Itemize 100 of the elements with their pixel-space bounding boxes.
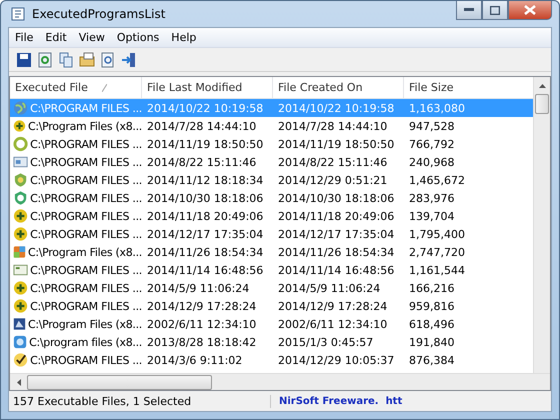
table-row[interactable]: C:\PROGRAM FILES ... 2014/11/18 20:49:06 2014/11/18 20:49:06 139,704 — [10, 207, 533, 225]
website-link[interactable]: NirSoft Freeware. htt — [271, 396, 402, 406]
table-row[interactable]: C:\Program Files (x8... 2014/7/28 14:44:10 2014/7/28 14:44:10 947,528 — [10, 117, 533, 135]
table-cell-text: 2014/8/22 15:11:46 — [146, 154, 258, 170]
up-arrow-icon — [538, 84, 546, 88]
table-cell-text: 2014/8/22 15:11:46 — [277, 154, 388, 170]
table-row[interactable]: C:\PROGRAM FILES ... 2014/11/19 18:50:50 2014/11/19 18:50:50 766,792 — [10, 135, 533, 153]
save-button[interactable] — [15, 50, 33, 68]
table-cell-text: 2014/11/12 18:18:34 — [146, 172, 264, 188]
scroll-thumb[interactable] — [27, 374, 212, 390]
table-row[interactable]: C:\PROGRAM FILES ... 2014/12/17 17:35:04 2014/12/17 17:35:04 1,795,400 — [10, 225, 533, 243]
properties-button[interactable] — [78, 50, 96, 68]
table-cell-text: 2014/10/30 18:18:06 — [146, 190, 264, 206]
exit-button[interactable] — [120, 50, 138, 68]
table-row[interactable]: C:\program files (x8... 2013/8/28 18:18:42 2015/1/3 0:45:57 191,840 — [10, 333, 533, 351]
minimize-button[interactable] — [456, 1, 482, 20]
table-cell: C:\program files (x8... — [29, 336, 142, 348]
table-row[interactable]: C:\PROGRAM FILES ... 2014/11/14 16:48:56 2014/11/14 16:48:56 1,161,544 — [10, 261, 533, 279]
table-cell-text: 2014/10/30 18:18:06 — [277, 190, 396, 206]
table-cell-text: 876,384 — [408, 352, 456, 368]
table-cell-text: 766,792 — [408, 136, 456, 152]
status-text: 157 Executable Files, 1 Selected — [9, 394, 271, 408]
table-cell-text: 1,161,544 — [408, 262, 466, 278]
menu-item[interactable]: Help — [165, 31, 202, 44]
table-cell-text: 2014/12/29 0:51:21 — [277, 172, 388, 188]
table-row[interactable]: C:\PROGRAM FILES ... 2014/12/9 17:28:24 2014/12/9 17:28:24 959,816 — [10, 297, 533, 315]
maximize-icon — [490, 6, 500, 14]
table-cell: C:\PROGRAM FILES ... — [30, 174, 142, 186]
window-icon — [13, 262, 28, 278]
window-title: ExecutedProgramsList — [32, 7, 166, 21]
vertical-scrollbar[interactable] — [533, 77, 550, 373]
shield-icon — [13, 172, 28, 188]
table-cell-text: 2014/10/22 10:19:58 — [277, 100, 396, 116]
table-cell: C:\PROGRAM FILES ... — [30, 210, 142, 222]
plus-icon — [13, 298, 28, 314]
table-cell-text: 618,496 — [408, 316, 456, 332]
table-cell: C:\Program Files (x8... — [28, 246, 142, 258]
table-cell: C:\PROGRAM FILES ... — [30, 354, 142, 366]
minimize-icon — [464, 8, 474, 12]
table-cell: C:\PROGRAM FILES ... — [30, 264, 142, 276]
table-cell: C:\PROGRAM FILES ... — [30, 192, 142, 204]
table-row[interactable]: C:\PROGRAM FILES ... 2014/3/6 9:11:02 2014/12/29 10:05:37 876,384 — [10, 351, 533, 369]
table-cell-text: 166,216 — [408, 280, 456, 296]
table-row[interactable]: C:\PROGRAM FILES ... 2014/11/12 18:18:34 2014/12/29 0:51:21 1,465,672 — [10, 171, 533, 189]
maximize-button[interactable] — [482, 1, 508, 20]
table-cell: C:\PROGRAM FILES ... — [30, 300, 142, 312]
table-cell: C:\PROGRAM FILES ... — [30, 138, 142, 150]
table-cell: C:\Program Files (x8... — [28, 120, 142, 132]
table-row[interactable]: C:\PROGRAM FILES ... 2014/10/30 18:18:06 2014/10/30 18:18:06 283,976 — [10, 189, 533, 207]
table-cell-text: 2014/7/28 14:44:10 — [277, 118, 388, 134]
table-cell-text: 2014/11/18 20:49:06 — [277, 208, 396, 224]
plus-icon — [13, 280, 28, 296]
table-cell-text: 2014/11/19 18:50:50 — [277, 136, 396, 152]
document-search-icon — [100, 52, 116, 68]
table-row[interactable]: C:\Program Files (x8... 2002/6/11 12:34:10 2002/6/11 12:34:10 618,496 — [10, 315, 533, 333]
table-cell-text: 2014/12/9 17:28:24 — [277, 298, 388, 314]
table-cell: C:\PROGRAM FILES ... — [30, 102, 142, 114]
table-cell-text: 2002/6/11 12:34:10 — [146, 316, 258, 332]
table-row[interactable]: C:\PROGRAM FILES ... 2014/8/22 15:11:46 2014/8/22 15:11:46 240,968 — [10, 153, 533, 171]
table-cell-text: 947,528 — [408, 118, 456, 134]
table-cell: C:\PROGRAM FILES ... — [30, 228, 142, 240]
refresh-icon — [37, 52, 53, 68]
checkmark-icon — [13, 352, 28, 368]
copy-icon — [58, 52, 74, 68]
table-cell-text: 2014/12/17 17:35:04 — [277, 226, 396, 242]
plus-icon — [13, 226, 28, 242]
close-button[interactable] — [508, 1, 552, 20]
table-cell-text: 2014/5/9 11:06:24 — [146, 280, 250, 296]
horizontal-scrollbar[interactable] — [10, 373, 550, 390]
scroll-thumb[interactable] — [535, 94, 549, 114]
table-cell-text: 283,976 — [408, 190, 456, 206]
ring-icon — [13, 136, 28, 152]
app-icon — [10, 6, 26, 22]
table-cell-text: 2014/5/9 11:06:24 — [277, 280, 382, 296]
table-cell-text: 2014/3/6 9:11:02 — [146, 352, 244, 368]
table-cell-text: 2014/11/26 18:54:34 — [277, 244, 396, 260]
table-cell-text: 959,816 — [408, 298, 456, 314]
plus-icon — [13, 118, 26, 134]
globe-icon — [13, 100, 28, 116]
table-cell-text: 2014/11/18 20:49:06 — [146, 208, 264, 224]
floppy-icon — [16, 52, 32, 68]
exit-icon — [121, 52, 137, 68]
table-cell-text: 240,968 — [408, 154, 456, 170]
folder-icon — [79, 52, 95, 68]
table-cell-text: 191,840 — [408, 334, 456, 350]
table-cell-text: 2014/7/28 14:44:10 — [146, 118, 258, 134]
copy-button[interactable] — [57, 50, 75, 68]
menu-item[interactable]: File — [9, 31, 40, 44]
table-cell: C:\Program Files (x8... — [28, 318, 142, 330]
menu-item[interactable]: View — [72, 31, 111, 44]
table-cell-text: 139,704 — [408, 208, 456, 224]
refresh-button[interactable] — [36, 50, 54, 68]
table-row[interactable]: C:\Program Files (x8... 2014/11/26 18:54:34 2014/11/26 18:54:34 2,747,720 — [10, 243, 533, 261]
table-cell-text: 2014/11/26 18:54:34 — [146, 244, 264, 260]
menu-item[interactable]: Edit — [39, 31, 73, 44]
menu-item[interactable]: Options — [110, 31, 166, 44]
shield-icon — [13, 190, 28, 206]
table-cell-text: 2014/11/14 16:48:56 — [277, 262, 396, 278]
table-cell-text: 2014/10/22 10:19:58 — [146, 100, 264, 116]
table-row[interactable]: C:\PROGRAM FILES ... 2014/5/9 11:06:24 2014/5/9 11:06:24 166,216 — [10, 279, 533, 297]
